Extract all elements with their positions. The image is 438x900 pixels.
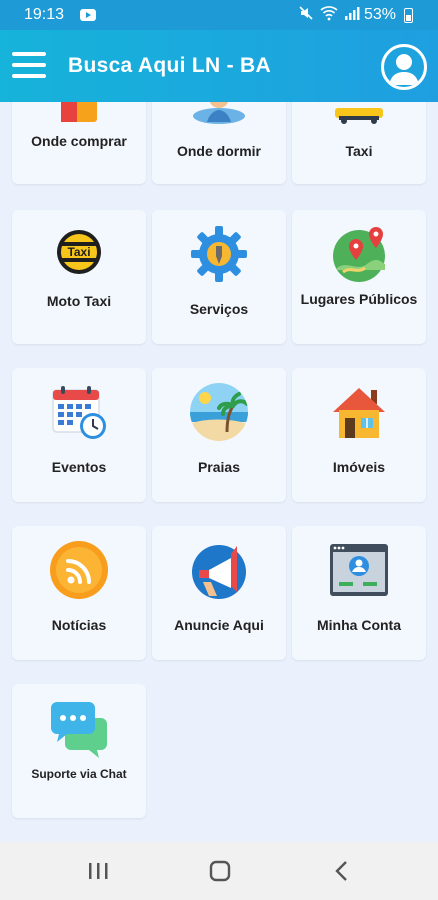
user-avatar-icon xyxy=(389,54,419,85)
menu-button[interactable] xyxy=(12,52,46,80)
wifi-icon xyxy=(320,6,338,21)
app-bar: Busca Aqui LN - BA xyxy=(0,30,438,102)
home-icon xyxy=(209,860,231,882)
gear-wrench-icon xyxy=(191,226,247,282)
svg-text:Taxi: Taxi xyxy=(67,245,90,259)
hamburger-icon xyxy=(12,52,46,56)
battery-percent: 53% xyxy=(364,6,397,23)
tile-lugares-publicos[interactable]: Lugares Públicos xyxy=(292,210,426,344)
tile-taxi[interactable]: Taxi xyxy=(292,102,426,184)
tile-anuncie-aqui[interactable]: Anuncie Aqui xyxy=(152,526,286,660)
youtube-icon xyxy=(80,9,96,21)
status-bar: 19:13 53% xyxy=(0,0,438,30)
signal-icon xyxy=(345,7,360,20)
tile-eventos[interactable]: Eventos xyxy=(12,368,146,502)
tile-label: Notícias xyxy=(51,617,107,633)
tile-label: Imóveis xyxy=(332,459,386,475)
tile-moto-taxi[interactable]: Taxi Moto Taxi xyxy=(12,210,146,344)
house-icon xyxy=(333,388,385,438)
home-button[interactable] xyxy=(200,856,240,886)
tile-label: Serviços xyxy=(189,301,249,317)
back-icon xyxy=(335,861,347,881)
tile-label: Taxi xyxy=(345,143,373,159)
megaphone-icon xyxy=(192,545,246,599)
tile-label: Minha Conta xyxy=(317,617,401,633)
shopping-bag-icon xyxy=(61,102,97,122)
tile-label: Praias xyxy=(197,459,241,475)
system-icons xyxy=(298,5,360,21)
tile-onde-dormir[interactable]: Onde dormir xyxy=(152,102,286,184)
status-time: 19:13 xyxy=(24,6,65,23)
recent-apps-button[interactable] xyxy=(78,856,118,886)
rss-feed-icon xyxy=(50,541,108,599)
tile-label: Onde comprar xyxy=(31,133,127,149)
tile-imoveis[interactable]: Imóveis xyxy=(292,368,426,502)
map-pins-icon xyxy=(333,227,385,282)
beach-palm-icon xyxy=(190,383,248,441)
taxi-car-icon xyxy=(335,108,383,124)
category-grid: Onde comprar Onde dormir Taxi Taxi Moto … xyxy=(0,102,438,842)
tile-servicos[interactable]: Serviços xyxy=(152,210,286,344)
battery-icon xyxy=(404,8,413,23)
tile-onde-comprar[interactable]: Onde comprar xyxy=(12,102,146,184)
chat-bubbles-icon xyxy=(51,702,107,758)
profile-window-icon xyxy=(330,544,388,596)
app-title: Busca Aqui LN - BA xyxy=(68,54,271,77)
tile-label: Moto Taxi xyxy=(46,293,112,309)
tile-label: Anuncie Aqui xyxy=(174,617,264,633)
calendar-clock-icon xyxy=(52,386,106,439)
back-button[interactable] xyxy=(322,856,362,886)
tile-label: Onde dormir xyxy=(176,143,261,159)
tile-label: Eventos xyxy=(51,459,107,475)
taxi-sign-icon: Taxi xyxy=(57,230,101,274)
tile-praias[interactable]: Praias xyxy=(152,368,286,502)
system-nav-bar xyxy=(0,842,438,900)
tile-suporte-via-chat[interactable]: Suporte via Chat xyxy=(12,684,146,818)
recent-apps-icon xyxy=(89,863,108,879)
sleeping-person-icon xyxy=(193,102,245,124)
tile-label: Lugares Públicos xyxy=(300,291,418,307)
account-button[interactable] xyxy=(381,44,427,90)
tile-label: Suporte via Chat xyxy=(31,767,127,781)
mute-icon xyxy=(299,6,313,20)
tile-noticias[interactable]: Notícias xyxy=(12,526,146,660)
tile-minha-conta[interactable]: Minha Conta xyxy=(292,526,426,660)
